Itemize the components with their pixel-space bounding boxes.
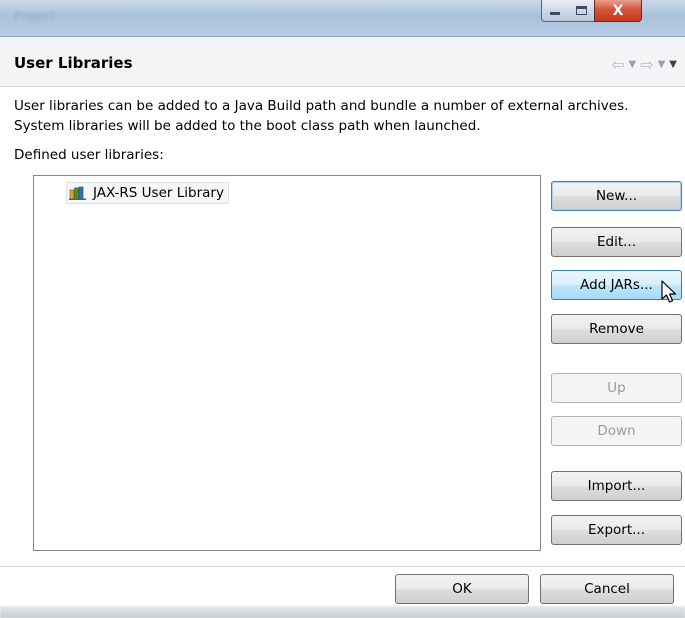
library-icon <box>69 186 86 200</box>
page-title: User Libraries <box>14 54 133 72</box>
page-header: User Libraries ⇦ ▼ ⇨ ▼ ▼ <box>0 37 685 87</box>
back-arrow-icon[interactable]: ⇦ <box>611 55 624 74</box>
view-menu-icon[interactable]: ▼ <box>669 59 677 70</box>
forward-arrow-icon[interactable]: ⇨ <box>640 55 653 74</box>
close-icon: X <box>612 2 624 19</box>
import-button[interactable]: Import... <box>551 471 682 501</box>
edit-button[interactable]: Edit... <box>551 227 682 257</box>
window-title: Project <box>14 9 56 23</box>
library-name: JAX-RS User Library <box>93 185 224 201</box>
mouse-cursor-icon <box>661 280 677 303</box>
bottom-edge <box>0 606 685 618</box>
minimize-button[interactable] <box>541 0 569 22</box>
new-button[interactable]: New... <box>551 181 682 211</box>
close-button[interactable]: X <box>594 0 642 22</box>
minimize-icon <box>550 12 560 15</box>
cancel-button[interactable]: Cancel <box>540 574 674 604</box>
ok-button[interactable]: OK <box>395 574 529 604</box>
page-description: User libraries can be added to a Java Bu… <box>14 98 629 134</box>
user-library-tree[interactable]: JAX-RS User Library <box>33 175 541 551</box>
history-nav: ⇦ ▼ ⇨ ▼ ▼ <box>611 55 677 74</box>
library-item[interactable]: JAX-RS User Library <box>66 182 229 204</box>
footer-divider <box>0 566 685 567</box>
maximize-button[interactable] <box>568 0 595 22</box>
up-button[interactable]: Up <box>551 373 682 403</box>
defined-libraries-label: Defined user libraries: <box>14 147 164 163</box>
forward-dropdown-icon[interactable]: ▼ <box>658 59 666 70</box>
maximize-icon <box>575 6 587 15</box>
back-dropdown-icon[interactable]: ▼ <box>628 59 636 70</box>
remove-button[interactable]: Remove <box>551 314 682 344</box>
down-button[interactable]: Down <box>551 416 682 446</box>
export-button[interactable]: Export... <box>551 515 682 545</box>
title-bar: Project X <box>0 0 685 37</box>
